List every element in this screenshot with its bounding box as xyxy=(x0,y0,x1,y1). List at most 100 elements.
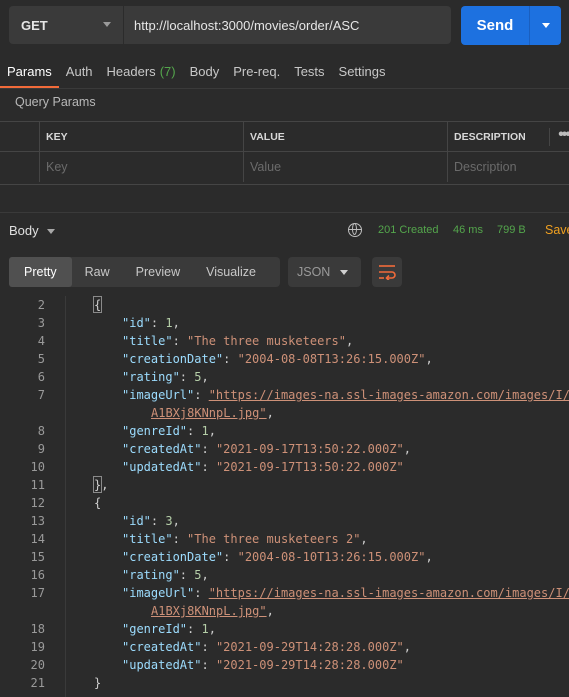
code-text: "creationDate": "2004-08-08T13:26:15.000… xyxy=(122,350,433,368)
response-body-dropdown[interactable]: Body xyxy=(9,223,55,238)
code-line: 9 "createdAt": "2021-09-17T13:50:22.000Z"… xyxy=(0,440,569,458)
tab-pre-request[interactable]: Pre-req. xyxy=(226,58,287,86)
code-line: A1BXj8KNnpL.jpg", xyxy=(0,404,569,422)
json-punctuation: , xyxy=(403,640,412,654)
json-url-link[interactable]: A1BXj8KNnpL.jpg" xyxy=(151,604,267,618)
line-number: 15 xyxy=(30,550,45,564)
pane-divider[interactable] xyxy=(0,212,569,213)
json-punctuation: : xyxy=(172,334,188,348)
json-key: "genreId" xyxy=(122,424,188,438)
code-text: } xyxy=(94,674,101,692)
json-string: "2021-09-17T13:50:22.000Z" xyxy=(215,442,404,456)
description-input[interactable]: Description xyxy=(448,152,569,182)
line-number: 18 xyxy=(30,622,45,636)
tab-label: Params xyxy=(7,64,52,79)
code-text: "genreId": 1, xyxy=(122,620,216,638)
response-size[interactable]: 799 B xyxy=(497,224,526,236)
url-input[interactable]: http://localhost:3000/movies/order/ASC xyxy=(124,6,451,44)
tab-auth[interactable]: Auth xyxy=(59,58,100,86)
column-header-key: KEY xyxy=(40,122,244,151)
json-punctuation: } xyxy=(94,676,102,690)
line-number: 19 xyxy=(30,640,45,654)
response-body-label: Body xyxy=(9,223,39,238)
divider xyxy=(0,88,569,89)
row-checkbox xyxy=(0,152,40,182)
json-punctuation: , xyxy=(360,532,368,546)
json-key: "rating" xyxy=(122,370,180,384)
json-key: "rating" xyxy=(122,568,180,582)
tab-preview[interactable]: Preview xyxy=(123,257,193,287)
code-line: 7 "imageUrl": "https://images-na.ssl-imag… xyxy=(0,386,569,404)
code-line: 19 "createdAt": "2021-09-29T14:28:28.000Z… xyxy=(0,638,569,656)
line-number: 2 xyxy=(37,298,45,312)
tab-visualize[interactable]: Visualize xyxy=(193,257,269,287)
format-select[interactable]: JSON xyxy=(288,257,361,287)
json-key: "id" xyxy=(122,316,151,330)
json-punctuation: , xyxy=(345,334,354,348)
json-key: "imageUrl" xyxy=(122,388,195,402)
viewer-tabs: Pretty Raw Preview Visualize xyxy=(9,257,280,287)
line-number: 7 xyxy=(37,388,45,402)
tab-params[interactable]: Params xyxy=(0,58,59,88)
tab-label: Tests xyxy=(294,64,325,79)
tab-headers[interactable]: Headers (7) xyxy=(100,58,183,86)
line-number: 6 xyxy=(37,370,45,384)
tab-label: Pre-req. xyxy=(233,64,281,79)
line-number: 3 xyxy=(37,316,45,330)
code-line: A1BXj8KNnpL.jpg", xyxy=(0,602,569,620)
send-dropdown-chevron-icon[interactable] xyxy=(530,6,561,45)
method-select[interactable]: GET xyxy=(9,6,123,44)
json-punctuation: , xyxy=(172,316,180,330)
code-line: 2{ xyxy=(0,296,569,314)
json-key: "updatedAt" xyxy=(122,658,202,672)
tab-pretty[interactable]: Pretty xyxy=(9,257,72,287)
code-text: "updatedAt": "2021-09-29T14:28:28.000Z" xyxy=(122,656,404,674)
value-input[interactable]: Value xyxy=(244,152,448,182)
json-punctuation: { xyxy=(94,496,102,510)
json-url-link[interactable]: A1BXj8KNnpL.jpg" xyxy=(151,406,267,420)
postman-window: GET http://localhost:3000/movies/order/A… xyxy=(0,0,569,697)
json-url-link[interactable]: "https://images-na.ssl-images-amazon.com… xyxy=(209,388,569,402)
tab-label: Auth xyxy=(65,64,93,79)
tab-tests[interactable]: Tests xyxy=(287,58,331,86)
line-number: 17 xyxy=(30,586,45,600)
json-url-link[interactable]: "https://images-na.ssl-images-amazon.com… xyxy=(209,586,569,600)
json-string: "The three musketeers 2" xyxy=(187,532,361,546)
json-string: "2021-09-29T14:28:28.000Z" xyxy=(215,640,404,654)
code-text: "imageUrl": "https://images-na.ssl-image… xyxy=(122,584,569,602)
key-input[interactable]: Key xyxy=(40,152,244,182)
query-params-table: KEY VALUE DESCRIPTION ••• Key Value Desc… xyxy=(0,121,569,185)
line-number: 10 xyxy=(30,460,45,474)
json-punctuation: : xyxy=(172,532,188,546)
json-punctuation: : xyxy=(194,388,209,402)
code-line: 18 "genreId": 1, xyxy=(0,620,569,638)
code-text: "createdAt": "2021-09-29T14:28:28.000Z", xyxy=(122,638,411,656)
code-line: 12 { xyxy=(0,494,569,512)
json-key: "creationDate" xyxy=(122,352,224,366)
json-punctuation: , xyxy=(201,370,209,384)
status-badge[interactable]: 201 Created xyxy=(378,224,439,236)
json-key: "createdAt" xyxy=(122,640,202,654)
send-button[interactable]: Send xyxy=(461,6,529,45)
table-header-row: KEY VALUE DESCRIPTION ••• xyxy=(0,122,569,152)
response-code-view[interactable]: 2{3 "id": 1, 4 "title": "The three musketee… xyxy=(0,296,569,697)
headers-count-badge: (7) xyxy=(159,64,176,79)
json-key: "creationDate" xyxy=(122,550,224,564)
tab-body[interactable]: Body xyxy=(183,58,227,86)
json-punctuation: , xyxy=(266,406,274,420)
json-string: "The three musketeers" xyxy=(187,334,346,348)
json-punctuation: , xyxy=(201,568,209,582)
response-time[interactable]: 46 ms xyxy=(453,224,483,236)
code-text: "creationDate": "2004-08-10T13:26:15.000… xyxy=(122,548,433,566)
chevron-down-icon xyxy=(103,22,111,27)
globe-icon[interactable] xyxy=(348,223,362,237)
wrap-lines-button[interactable] xyxy=(372,257,402,287)
query-params-title: Query Params xyxy=(15,95,96,109)
tab-settings[interactable]: Settings xyxy=(332,58,393,86)
code-line: 13 "id": 3, xyxy=(0,512,569,530)
save-response-button[interactable]: Save xyxy=(545,223,569,237)
json-punctuation: : xyxy=(201,640,216,654)
more-options-icon[interactable]: ••• xyxy=(549,127,569,146)
code-text: "id": 1, xyxy=(122,314,180,332)
tab-raw[interactable]: Raw xyxy=(72,257,123,287)
